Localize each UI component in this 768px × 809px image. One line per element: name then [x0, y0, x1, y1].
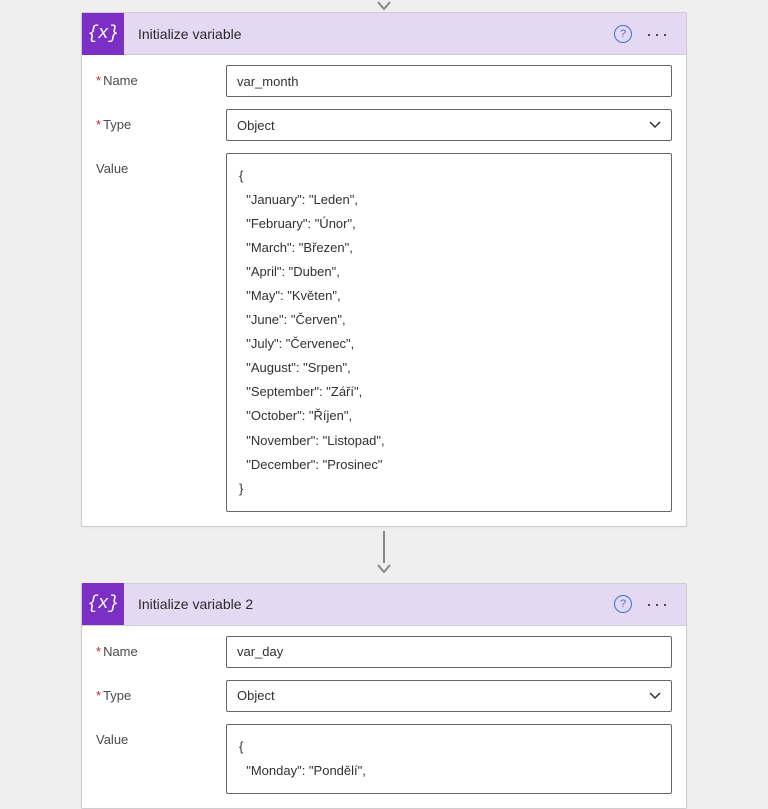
- value-textarea[interactable]: { "January": "Leden", "February": "Únor"…: [226, 153, 672, 512]
- help-button[interactable]: ?: [614, 25, 632, 43]
- name-label: *Name: [96, 65, 226, 88]
- chevron-down-icon: [649, 121, 661, 129]
- type-label: *Type: [96, 680, 226, 703]
- value-label: Value: [96, 724, 226, 747]
- name-label: *Name: [96, 636, 226, 659]
- value-textarea[interactable]: { "Monday": "Pondělí",: [226, 724, 672, 794]
- action-title: Initialize variable 2: [124, 596, 614, 612]
- chevron-down-icon: [649, 692, 661, 700]
- action-title: Initialize variable: [124, 26, 614, 42]
- more-menu-button[interactable]: ···: [642, 21, 674, 47]
- variable-action-icon: {x}: [82, 13, 124, 55]
- connector-arrow-icon: [376, 531, 392, 575]
- arrow-head-top-icon: [376, 0, 392, 12]
- name-input[interactable]: [226, 65, 672, 97]
- value-label: Value: [96, 153, 226, 176]
- action-card-header[interactable]: {x} Initialize variable ? ···: [82, 13, 686, 55]
- variable-action-icon: {x}: [82, 583, 124, 625]
- action-card-header[interactable]: {x} Initialize variable 2 ? ···: [82, 584, 686, 626]
- action-card-body: *Name *Type Object Value: [82, 626, 686, 808]
- action-card-initialize-variable-2: {x} Initialize variable 2 ? ··· *Name *T…: [81, 583, 687, 809]
- type-selected-value: Object: [237, 688, 275, 703]
- type-select[interactable]: Object: [226, 109, 672, 141]
- type-select[interactable]: Object: [226, 680, 672, 712]
- name-input[interactable]: [226, 636, 672, 668]
- help-button[interactable]: ?: [614, 595, 632, 613]
- action-card-body: *Name *Type Object Value: [82, 55, 686, 526]
- type-label: *Type: [96, 109, 226, 132]
- action-card-initialize-variable: {x} Initialize variable ? ··· *Name *Typ…: [81, 12, 687, 527]
- type-selected-value: Object: [237, 118, 275, 133]
- more-menu-button[interactable]: ···: [642, 591, 674, 617]
